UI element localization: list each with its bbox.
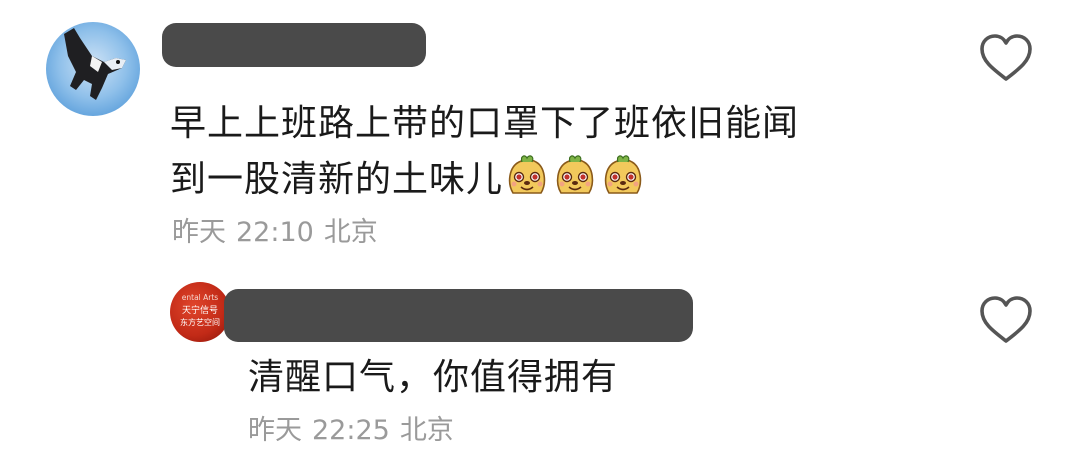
cat-avatar-image bbox=[46, 22, 140, 116]
avatar[interactable] bbox=[46, 22, 140, 116]
heart-outline-icon bbox=[980, 34, 1032, 81]
reply-like-button[interactable] bbox=[979, 295, 1033, 345]
avatar-text-3: 东方艺空间 bbox=[180, 317, 220, 327]
comment-time: 22:10 bbox=[236, 217, 314, 248]
heart-outline-icon bbox=[980, 296, 1032, 343]
reply-time: 22:25 bbox=[312, 415, 390, 446]
reply-avatar[interactable]: ental Arts 天宁信号 东方艺空间 bbox=[170, 282, 230, 342]
comment-line-2: 到一股清新的土味儿 bbox=[170, 152, 799, 210]
reply-meta: 昨天 22:25 北京 bbox=[248, 408, 454, 447]
comment-date: 昨天 bbox=[172, 217, 226, 248]
comment-line-1: 早上上班路上带的口罩下了班依旧能闻 bbox=[170, 103, 800, 144]
mole-smile-emoji-icon bbox=[508, 154, 546, 194]
username-redacted[interactable] bbox=[162, 23, 426, 67]
red-logo-avatar-image: ental Arts 天宁信号 东方艺空间 bbox=[170, 282, 230, 342]
comment-text: 早上上班路上带的口罩下了班依旧能闻 到一股清新的土味儿 bbox=[170, 96, 799, 210]
mole-smile-emoji-icon bbox=[604, 154, 642, 194]
like-button[interactable] bbox=[979, 33, 1033, 83]
emoji-group bbox=[505, 153, 649, 210]
avatar-text-1: ental Arts bbox=[182, 293, 219, 302]
comment-thread: 早上上班路上带的口罩下了班依旧能闻 到一股清新的土味儿 昨天 22:10 北京 … bbox=[0, 0, 1080, 471]
comment-line-2-text: 到一股清新的土味儿 bbox=[170, 159, 504, 200]
reply-text: 清醒口气，你值得拥有 bbox=[248, 357, 619, 398]
comment-location: 北京 bbox=[323, 217, 378, 248]
reply-date: 昨天 bbox=[248, 415, 302, 446]
mole-smile-emoji-icon bbox=[556, 154, 594, 194]
avatar-text-2: 天宁信号 bbox=[182, 304, 218, 316]
comment-meta: 昨天 22:10 北京 bbox=[172, 210, 378, 249]
reply-username-redacted[interactable] bbox=[224, 289, 693, 342]
reply-location: 北京 bbox=[399, 415, 454, 446]
